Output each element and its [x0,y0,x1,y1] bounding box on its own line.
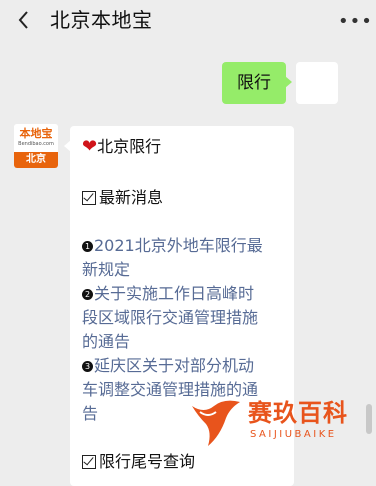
news-link-1[interactable]: 1 2021北京外地车限行最 新规定 [82,234,290,282]
logo-name: 本地宝 [19,127,53,140]
news-link-2-line2: 段区域限行交通管理措施 [82,308,259,327]
number-1-icon: 1 [82,241,93,252]
section-latest-news-label: 最新消息 [99,188,164,207]
back-arrow-icon[interactable] [12,8,36,32]
logo-brand: 本地宝 Bendibao.com [14,124,58,150]
news-link-1-line2: 新规定 [82,260,131,279]
outgoing-message-bubble[interactable]: 限行 [222,62,292,104]
number-3-icon: 3 [82,361,93,372]
news-link-1-line1: 2021北京外地车限行最 [94,236,263,255]
section-plate-query[interactable]: 限行尾号查询 [82,450,195,474]
news-link-2-line3: 的通告 [82,332,131,351]
news-link-3-line3: 告 [82,404,99,423]
news-link-2-line1: 关于实施工作日高峰时 [94,284,255,303]
watermark-text: 赛玖百科 [248,399,348,427]
scrollbar[interactable] [366,404,372,434]
title-bar: 北京本地宝 ••• [0,0,376,44]
user-avatar[interactable] [296,62,338,104]
sender-avatar-logo[interactable]: 本地宝 Bendibao.com 北京 [14,124,58,168]
watermark: 赛玖百科 SAIJIUBAIKE [186,392,372,452]
watermark-logo-icon [192,400,240,446]
news-link-3-line1: 延庆区关于对部分机动 [94,356,255,375]
news-link-2[interactable]: 2 关于实施工作日高峰时 段区域限行交通管理措施 的通告 [82,282,290,354]
reply-heading-text: 北京限行 [97,137,162,156]
chat-title: 北京本地宝 [50,8,153,32]
checkbox-icon [82,191,96,205]
logo-url: Bendibao.com [18,141,54,147]
logo-city: 北京 [14,152,58,168]
watermark-subtext: SAIJIUBAIKE [250,429,337,440]
section-latest-news: 最新消息 [82,186,163,210]
number-2-icon: 2 [82,289,93,300]
more-options-icon[interactable]: ••• [338,12,372,32]
heart-icon: ❤ [82,136,98,157]
section-plate-query-label: 限行尾号查询 [99,452,196,471]
reply-heading: ❤北京限行 [82,135,161,159]
